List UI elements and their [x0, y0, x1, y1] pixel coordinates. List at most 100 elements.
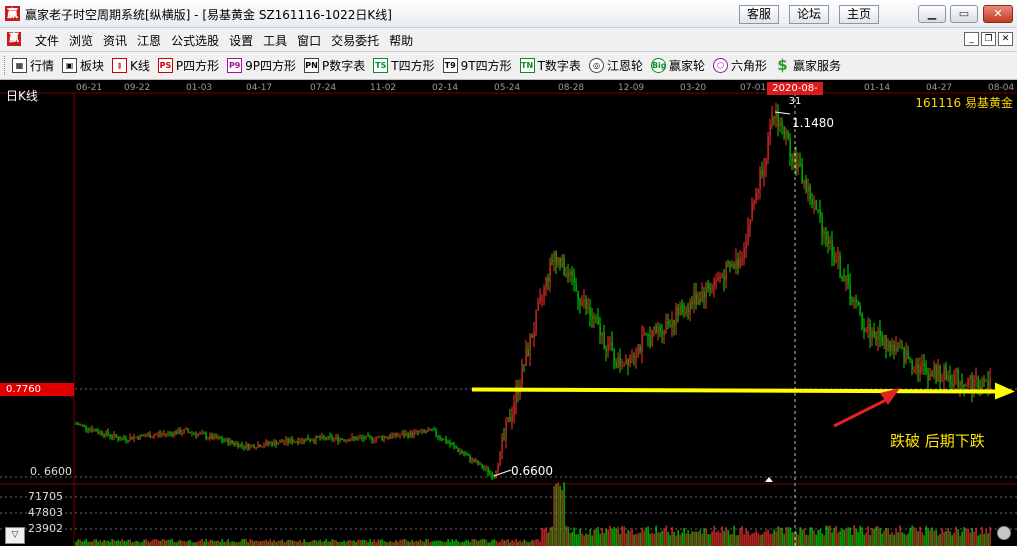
- menu-item-0[interactable]: 文件: [30, 32, 64, 49]
- candle-body: [507, 417, 509, 423]
- candle-body: [145, 436, 147, 438]
- volume-bar: [619, 534, 621, 546]
- scroll-down-icon[interactable]: ▽: [5, 527, 25, 544]
- volume-bar: [713, 525, 715, 546]
- volume-bar: [979, 534, 981, 546]
- volume-bar: [349, 540, 351, 546]
- volume-bar: [615, 529, 617, 546]
- candle-body: [885, 335, 887, 350]
- toolbar-item-8[interactable]: TN T数字表: [519, 57, 581, 74]
- toolbar-item-3[interactable]: PS P四方形: [157, 57, 219, 74]
- candle-body: [813, 200, 815, 205]
- volume-bar: [479, 539, 481, 546]
- customer-service-button[interactable]: 客服: [739, 5, 780, 24]
- candle-body: [101, 431, 103, 435]
- volume-bar: [861, 527, 863, 546]
- candle-body: [219, 437, 221, 440]
- menu-item-6[interactable]: 工具: [258, 32, 292, 49]
- mdi-restore-icon[interactable]: ❐: [981, 32, 996, 46]
- volume-bar: [413, 541, 415, 546]
- volume-bar: [381, 539, 383, 546]
- volume-bar: [589, 529, 591, 546]
- candle-body: [477, 460, 479, 465]
- volume-bar: [109, 541, 111, 546]
- volume-bar: [507, 539, 509, 546]
- candle-body: [629, 356, 631, 365]
- menu-item-2[interactable]: 资讯: [98, 32, 132, 49]
- maximize-icon[interactable]: ▭: [950, 5, 978, 23]
- volume-bar: [681, 532, 683, 546]
- homepage-button[interactable]: 主页: [839, 5, 880, 24]
- volume-bar: [809, 527, 811, 546]
- volume-bar: [693, 531, 695, 546]
- volume-bar: [415, 540, 417, 546]
- toolbar-item-1[interactable]: ▣ 板块: [62, 57, 104, 74]
- menu-item-8[interactable]: 交易委托: [326, 32, 384, 49]
- volume-bar: [563, 482, 565, 546]
- volume-bar: [251, 539, 253, 546]
- volume-bar: [357, 539, 359, 546]
- candle-body: [861, 313, 863, 329]
- volume-bar: [197, 541, 199, 546]
- toolbar-grip[interactable]: [4, 56, 7, 75]
- menu-item-7[interactable]: 窗口: [292, 32, 326, 49]
- kline-chart-panel[interactable]: 06-21 09-22 01-03 04-17 07-24 11-02 02-14 05-24…: [0, 80, 1017, 546]
- toolbar-item-4[interactable]: P9 9P四方形: [227, 57, 296, 74]
- candle-body: [829, 240, 831, 244]
- minimize-icon[interactable]: ▁: [918, 5, 946, 23]
- candle-body: [369, 435, 371, 437]
- menu-item-9[interactable]: 帮助: [384, 32, 418, 49]
- candle-body: [141, 434, 143, 436]
- toolbar-item-12[interactable]: $ 赢家服务: [775, 57, 841, 74]
- volume-bar: [467, 540, 469, 546]
- close-icon[interactable]: ✕: [983, 5, 1013, 23]
- volume-bar: [519, 540, 521, 546]
- toolbar-item-5[interactable]: PN P数字表: [304, 57, 365, 74]
- volume-bar: [475, 539, 477, 546]
- toolbar-item-0[interactable]: ▦ 行情: [12, 57, 54, 74]
- mdi-minimize-icon[interactable]: _: [964, 32, 979, 46]
- menu-item-4[interactable]: 公式选股: [166, 32, 224, 49]
- volume-bar: [427, 539, 429, 546]
- candle-body: [489, 473, 491, 475]
- volume-bar: [763, 532, 765, 546]
- candle-body: [179, 429, 181, 434]
- candle-body: [677, 307, 679, 316]
- volume-bar: [971, 528, 973, 546]
- menu-item-5[interactable]: 设置: [224, 32, 258, 49]
- toolbar-item-6[interactable]: TS T四方形: [373, 57, 435, 74]
- toolbar-item-7[interactable]: T9 9T四方形: [442, 57, 512, 74]
- toolbar-item-label: T数字表: [537, 59, 581, 73]
- toolbar-item-2[interactable]: ⫾ K线: [112, 57, 150, 74]
- volume-bar: [585, 533, 587, 546]
- candle-body: [307, 438, 309, 441]
- candle-body: [659, 326, 661, 332]
- mdi-close-icon[interactable]: ✕: [998, 32, 1013, 46]
- volume-bar: [231, 541, 233, 546]
- kline-chart[interactable]: [0, 80, 1017, 546]
- menu-item-3[interactable]: 江恩: [132, 32, 166, 49]
- candle-body: [621, 365, 623, 367]
- corner-circle-icon[interactable]: [997, 526, 1011, 540]
- candle-body: [157, 433, 159, 435]
- volume-bar: [871, 527, 873, 546]
- menu-item-1[interactable]: 浏览: [64, 32, 98, 49]
- toolbar-item-10[interactable]: Big 赢家轮: [650, 57, 705, 74]
- candle-body: [959, 381, 961, 386]
- toolbar-item-9[interactable]: ◎ 江恩轮: [588, 57, 643, 74]
- date-tick: 07-24: [310, 83, 337, 93]
- candle-body: [201, 432, 203, 434]
- toolbar-item-11[interactable]: ⬡ 六角形: [712, 57, 767, 74]
- volume-bar: [235, 542, 237, 546]
- candle-body: [831, 240, 833, 257]
- candle-body: [933, 365, 935, 377]
- volume-bar: [365, 540, 367, 546]
- volume-bar: [805, 534, 807, 546]
- volume-bar: [795, 531, 797, 546]
- volume-bar: [209, 539, 211, 546]
- forum-button[interactable]: 论坛: [789, 5, 830, 24]
- candle-body: [919, 365, 921, 373]
- toolbar-item-label: 9P四方形: [245, 59, 297, 73]
- volume-bar: [723, 530, 725, 546]
- candle-body: [239, 443, 241, 448]
